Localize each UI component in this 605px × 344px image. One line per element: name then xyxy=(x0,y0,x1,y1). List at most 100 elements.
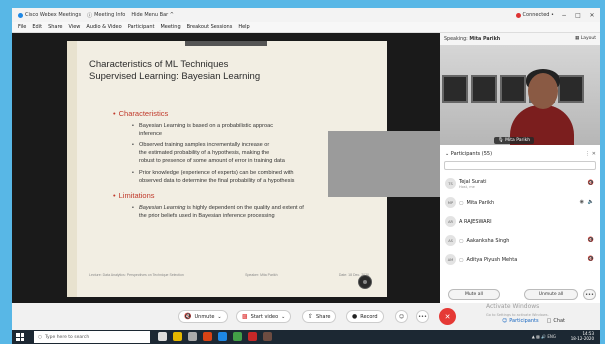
unmute-all-button[interactable]: Unmute all xyxy=(524,289,578,300)
camera-icon[interactable]: ◉ xyxy=(580,199,584,205)
taskbar-search-input[interactable]: ○ Type here to search xyxy=(34,331,150,343)
mic-muted-icon[interactable]: 🔇 xyxy=(588,180,594,186)
participant-row[interactable]: TS Tejal Surati Host, me 🔇 xyxy=(440,174,600,193)
speaker-video[interactable]: 🎙 Mita Parikh xyxy=(440,45,600,145)
powerpoint-icon[interactable] xyxy=(203,332,212,341)
chevron-down-icon[interactable]: ⌄ xyxy=(445,151,449,157)
avatar: MP xyxy=(445,197,456,208)
info-icon: ⓘ xyxy=(87,12,93,19)
app-icon[interactable] xyxy=(263,332,272,341)
participant-row[interactable]: AR A RAJESWARI xyxy=(440,212,600,231)
webex-app-icon[interactable] xyxy=(218,332,227,341)
participant-row[interactable]: MP ◯ Mita Parikh ◉ 🔈 xyxy=(440,193,600,212)
record-icon: ● xyxy=(352,313,358,320)
chrome-icon[interactable] xyxy=(233,332,242,341)
menu-help[interactable]: Help xyxy=(238,24,249,30)
share-label: Share xyxy=(316,313,331,320)
participants-tab[interactable]: ☺ Participants xyxy=(502,318,539,324)
language-indicator[interactable]: ENG xyxy=(547,334,556,339)
participant-row[interactable]: AM ◯ Aditya Piyush Mehta 🔇 xyxy=(440,250,600,269)
mic-muted-icon[interactable]: 🔇 xyxy=(588,256,594,262)
app-title-label: Cisco Webex Meetings xyxy=(25,12,82,18)
background-monitors xyxy=(440,75,600,105)
participant-row[interactable]: AS ◯ Aakanksha Singh 🔇 xyxy=(440,231,600,250)
menu-audio-video[interactable]: Audio & Video xyxy=(86,24,121,30)
mic-icon[interactable]: 🔈 xyxy=(588,199,594,205)
menu-file[interactable]: File xyxy=(18,24,26,30)
participants-more-button[interactable]: ••• xyxy=(583,289,596,300)
mute-all-button[interactable]: Mute all xyxy=(448,289,500,300)
menu-breakout-sessions[interactable]: Breakout Sessions xyxy=(187,24,233,30)
connection-status[interactable]: Connected • xyxy=(515,12,554,18)
store-icon[interactable] xyxy=(188,332,197,341)
slide-point: ▪ Bayesian Learning is based on a probabi… xyxy=(132,123,273,131)
video-placeholder-overlay xyxy=(328,131,440,197)
connection-icon xyxy=(515,12,521,18)
participant-role: Host, me xyxy=(459,184,475,189)
slide-point: ▪ Prior knowledge (experience of experts)… xyxy=(132,170,294,178)
slide-footer-speaker: Speaker: Mita Parikh xyxy=(245,273,278,277)
more-options-button[interactable]: ••• xyxy=(416,310,429,323)
participant-name: A RAJESWARI xyxy=(459,218,492,225)
start-button[interactable] xyxy=(16,333,24,341)
minimize-button[interactable]: − xyxy=(560,12,568,19)
menu-share[interactable]: Share xyxy=(48,24,62,30)
close-button[interactable]: ✕ xyxy=(588,12,596,19)
participants-options-icon[interactable]: ⋮ ✕ xyxy=(585,151,596,157)
record-label: Record xyxy=(360,313,378,320)
hide-menu-bar-button[interactable]: Hide Menu Bar ^ xyxy=(131,12,174,18)
taskbar-search-placeholder: Type here to search xyxy=(44,334,90,340)
participants-title: Participants (55) xyxy=(450,151,493,157)
slide-point-cont: the prior beliefs used in Bayesian infer… xyxy=(139,213,275,221)
connection-label: Connected • xyxy=(522,12,554,18)
speaking-label: Speaking: xyxy=(444,36,468,42)
system-tray-icons[interactable]: ▲ ▩ 🔊 ENG xyxy=(532,334,556,339)
maximize-button[interactable]: □ xyxy=(574,12,582,19)
slide-point: ▪ Observed training samples incrementally… xyxy=(132,142,270,150)
end-meeting-button[interactable]: ✕ xyxy=(439,308,456,325)
menu-meeting[interactable]: Meeting xyxy=(160,24,180,30)
webex-icon xyxy=(18,12,23,18)
slide-point-text: the estimated probability of a hypothesi… xyxy=(139,150,270,156)
search-icon: ○ xyxy=(38,334,42,340)
avatar: AR xyxy=(445,216,456,227)
phone-icon: ◯ xyxy=(459,257,464,262)
chat-tab[interactable]: □ Chat xyxy=(547,318,565,324)
bullet-icon: ▪ xyxy=(132,142,134,148)
app-title[interactable]: Cisco Webex Meetings xyxy=(18,12,81,18)
unmute-button[interactable]: 🔇 Unmute ⌄ xyxy=(178,310,228,323)
slide-point-text: Observed training samples incrementally … xyxy=(139,142,270,148)
watermark-line1: Activate Windows xyxy=(486,303,540,310)
participants-icon: ☺ xyxy=(502,318,508,324)
menu-participant[interactable]: Participant xyxy=(128,24,155,30)
file-explorer-icon[interactable] xyxy=(173,332,182,341)
sharing-bar[interactable] xyxy=(185,41,267,46)
layout-button[interactable]: ▦ Layout xyxy=(575,36,596,41)
slide-point-italic: Bayesian Learning xyxy=(139,205,186,211)
clock-date: 18-12-2020 xyxy=(570,336,594,341)
menu-view[interactable]: View xyxy=(69,24,81,30)
record-button[interactable]: ● Record xyxy=(346,310,384,323)
share-button[interactable]: ⇧ Share xyxy=(302,310,337,323)
start-video-button[interactable]: ▩ Start video ⌄ xyxy=(236,310,292,323)
meeting-info-button[interactable]: ⓘ Meeting Info xyxy=(87,12,125,19)
menu-edit[interactable]: Edit xyxy=(32,24,42,30)
avatar: AM xyxy=(445,254,456,265)
mic-muted-icon[interactable]: 🔇 xyxy=(588,237,594,243)
chevron-down-icon[interactable]: ⌄ xyxy=(217,314,221,320)
clock[interactable]: 14:53 18-12-2020 xyxy=(571,331,594,341)
slide-point-text: the prior beliefs used in Bayesian infer… xyxy=(139,213,275,219)
reactions-button[interactable]: ☺ xyxy=(395,310,408,323)
unmute-label: Unmute xyxy=(194,313,215,320)
section-limitations: • Limitations xyxy=(113,191,155,200)
task-view-icon[interactable] xyxy=(158,332,167,341)
right-panel: Speaking: Mita Parikh ▦ Layout 🎙 Mita Pa… xyxy=(440,33,600,303)
chevron-down-icon[interactable]: ⌄ xyxy=(281,314,285,320)
section-limitations-label: Limitations xyxy=(118,191,155,200)
participant-search-input[interactable] xyxy=(444,161,596,170)
bullet-icon: ▪ xyxy=(132,205,134,211)
video-name-tag: 🎙 Mita Parikh xyxy=(494,137,535,144)
meeting-info-label: Meeting Info xyxy=(94,12,126,18)
slide-control-button[interactable] xyxy=(358,275,372,289)
acrobat-icon[interactable] xyxy=(248,332,257,341)
